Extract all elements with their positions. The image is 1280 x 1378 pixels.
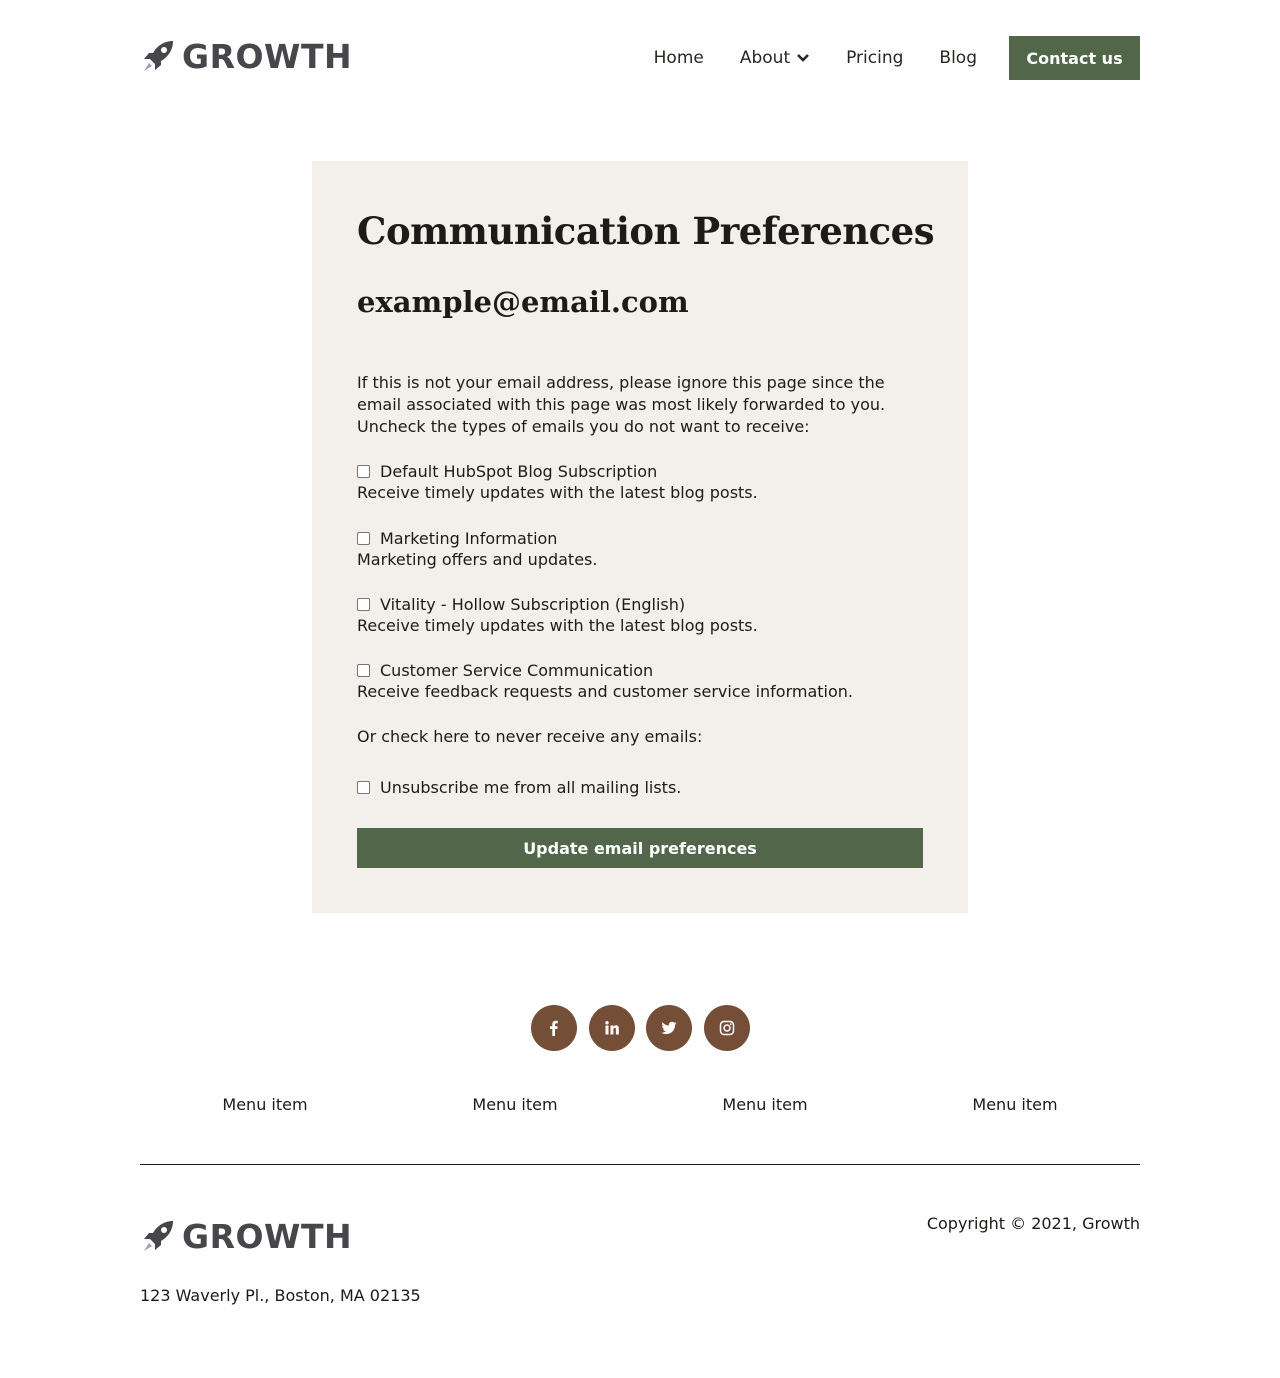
logo-text: GROWTH	[182, 36, 353, 76]
nav-blog[interactable]: Blog	[939, 48, 977, 68]
subscription-description: Marketing offers and updates.	[357, 550, 598, 569]
preferences-card: Communication Preferences example@email.…	[312, 161, 968, 913]
subscription-checkbox[interactable]	[357, 597, 370, 611]
subscription-name: Customer Service Communication	[380, 660, 654, 680]
footer-menu-item[interactable]: Menu item	[140, 1093, 390, 1117]
subscription-name: Marketing Information	[380, 528, 558, 548]
subscription-description: Receive timely updates with the latest b…	[357, 483, 758, 502]
footer-menu-item[interactable]: Menu item	[640, 1093, 890, 1117]
email-address: example@email.com	[357, 285, 689, 319]
footer-divider	[140, 1164, 1140, 1165]
unsubscribe-label: Unsubscribe me from all mailing lists.	[380, 777, 682, 797]
nav-about-label: About	[739, 48, 791, 68]
copyright-text: Copyright © 2021, Growth	[926, 1214, 1140, 1233]
linkedin-link[interactable]	[588, 1005, 635, 1051]
nav-pricing[interactable]: Pricing	[846, 48, 903, 68]
logo[interactable]: GROWTH	[140, 36, 353, 76]
unsubscribe-all: Unsubscribe me from all mailing lists.	[357, 776, 681, 798]
subscription-checkbox[interactable]	[357, 663, 370, 677]
address-text: 123 Waverly Pl., Boston, MA 02135	[140, 1286, 421, 1305]
main-nav: Home About Pricing Blog Contact us	[654, 36, 1140, 80]
subscription-name: Default HubSpot Blog Subscription	[380, 461, 658, 481]
nav-about[interactable]: About	[740, 48, 810, 68]
chevron-down-icon	[797, 54, 810, 62]
subscription-checkbox[interactable]	[357, 531, 370, 545]
footer-menu-item[interactable]: Menu item	[890, 1093, 1140, 1117]
subscription-description: Receive feedback requests and customer s…	[357, 682, 853, 701]
linkedin-icon	[604, 1021, 619, 1035]
facebook-link[interactable]	[531, 1005, 577, 1051]
contact-us-button[interactable]: Contact us	[1009, 36, 1140, 80]
facebook-icon	[550, 1020, 558, 1036]
instagram-icon	[719, 1020, 734, 1036]
twitter-link[interactable]	[646, 1005, 692, 1051]
intro-text: If this is not your email address, pleas…	[357, 373, 886, 436]
update-preferences-button[interactable]: Update email preferences	[357, 828, 923, 868]
unsubscribe-checkbox[interactable]	[357, 780, 370, 794]
instagram-link[interactable]	[703, 1005, 750, 1051]
site-header: GROWTH Home About Pricing Blog Contact u…	[140, 36, 1140, 80]
rocket-icon	[144, 1221, 173, 1251]
subscription-checkbox[interactable]	[357, 464, 370, 478]
footer-logo-text: GROWTH	[182, 1216, 353, 1256]
footer-logo[interactable]: GROWTH	[140, 1216, 353, 1256]
footer-menu-item[interactable]: Menu item	[390, 1093, 640, 1117]
twitter-icon	[661, 1021, 677, 1035]
subscription-description: Receive timely updates with the latest b…	[357, 616, 758, 635]
unsubscribe-prompt: Or check here to never receive any email…	[357, 727, 703, 746]
subscription-name: Vitality - Hollow Subscription (English)	[380, 594, 686, 614]
social-links	[531, 1005, 761, 1051]
rocket-icon	[144, 41, 173, 71]
nav-home[interactable]: Home	[654, 48, 704, 68]
subscription-item: Marketing Information Marketing offers a…	[357, 527, 923, 571]
footer-menu: Menu item Menu item Menu item Menu item	[140, 1093, 1140, 1117]
page-title: Communication Preferences	[357, 209, 935, 253]
subscription-item: Default HubSpot Blog Subscription Receiv…	[357, 460, 923, 504]
subscription-item: Vitality - Hollow Subscription (English)…	[357, 593, 923, 637]
subscription-item: Customer Service Communication Receive f…	[357, 659, 923, 703]
